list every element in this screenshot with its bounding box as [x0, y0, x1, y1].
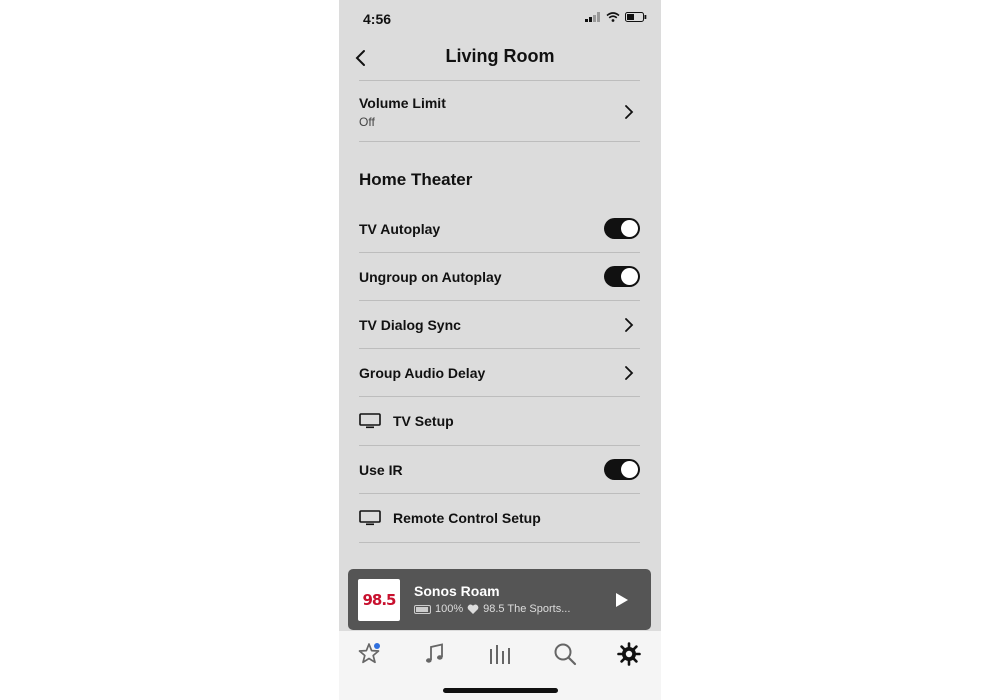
chevron-right-icon [625, 366, 634, 380]
tv-setup-label: TV Setup [393, 413, 454, 429]
rooms-icon[interactable] [487, 641, 513, 667]
use-ir-row: Use IR [359, 446, 640, 493]
divider [359, 542, 640, 543]
use-ir-toggle[interactable] [604, 459, 640, 480]
status-time: 4:56 [363, 11, 392, 27]
group-audio-delay-label: Group Audio Delay [359, 365, 486, 381]
station-artwork: 98.5 [358, 579, 400, 621]
music-note-icon[interactable] [422, 641, 448, 667]
tv-autoplay-label: TV Autoplay [359, 221, 441, 237]
tv-dialog-sync-row[interactable]: TV Dialog Sync [359, 301, 640, 348]
home-indicator [443, 688, 558, 693]
group-audio-delay-row[interactable]: Group Audio Delay [359, 349, 640, 396]
tv-icon [359, 510, 381, 526]
tv-setup-row[interactable]: TV Setup [359, 397, 640, 444]
phone-screen: 4:56 Living Room Volume Limit Off Home T… [339, 0, 661, 700]
page-title: Living Room [445, 46, 555, 66]
battery-mini-icon [414, 604, 431, 614]
chevron-right-icon [625, 105, 634, 119]
remote-setup-label: Remote Control Setup [393, 510, 541, 526]
toggle-knob [621, 461, 638, 478]
status-icons [585, 12, 647, 22]
station-logo: 98.5 [362, 591, 396, 609]
ungroup-autoplay-label: Ungroup on Autoplay [359, 269, 502, 285]
tv-autoplay-row: TV Autoplay [359, 205, 640, 252]
station-name: 98.5 The Sports... [483, 603, 571, 615]
tv-autoplay-toggle[interactable] [604, 218, 640, 239]
divider [359, 141, 640, 142]
search-icon[interactable] [552, 641, 578, 667]
tv-dialog-sync-label: TV Dialog Sync [359, 317, 461, 333]
signal-icon [585, 12, 600, 22]
now-playing-subtitle: 100% 98.5 The Sports... [414, 603, 570, 615]
tv-icon [359, 413, 381, 429]
toggle-knob [621, 268, 638, 285]
gear-icon[interactable] [616, 641, 642, 667]
volume-limit-row[interactable]: Volume Limit Off [359, 81, 640, 141]
now-playing-bar[interactable]: 98.5 Sonos Roam 100% 98.5 The Sports... [348, 569, 651, 630]
wifi-icon [606, 12, 620, 22]
play-icon[interactable] [615, 592, 629, 608]
section-title-home-theater: Home Theater [359, 170, 473, 189]
star-icon[interactable] [357, 641, 383, 667]
remote-setup-row[interactable]: Remote Control Setup [359, 494, 640, 541]
use-ir-label: Use IR [359, 462, 403, 478]
nav-bar: Living Room [339, 36, 661, 80]
ungroup-autoplay-toggle[interactable] [604, 266, 640, 287]
volume-limit-value: Off [359, 115, 375, 129]
battery-percent: 100% [435, 603, 464, 615]
iheart-icon [467, 604, 479, 614]
chevron-right-icon [625, 318, 634, 332]
now-playing-title: Sonos Roam [414, 583, 500, 599]
toggle-knob [621, 220, 638, 237]
volume-limit-label: Volume Limit [359, 95, 446, 111]
ungroup-autoplay-row: Ungroup on Autoplay [359, 253, 640, 300]
battery-icon [625, 12, 647, 22]
status-bar: 4:56 [339, 0, 661, 36]
